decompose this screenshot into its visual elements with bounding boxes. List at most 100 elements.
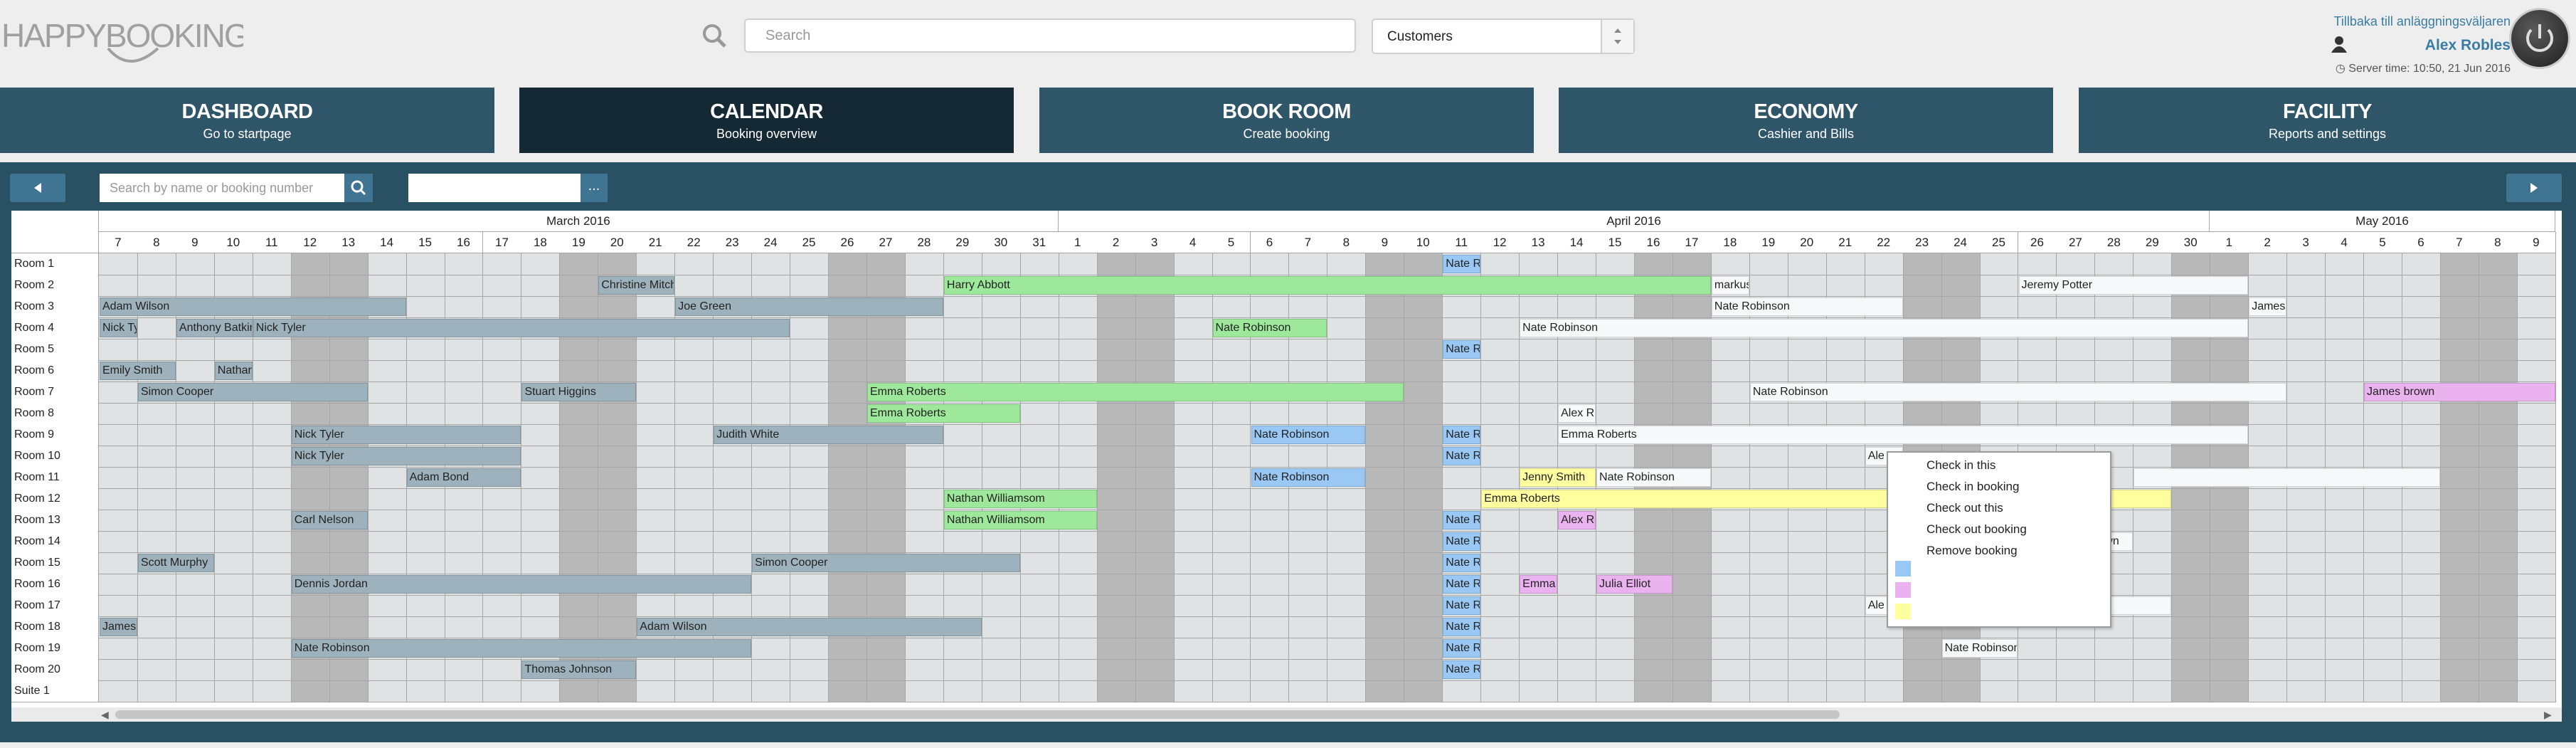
calendar-cell[interactable] [1787, 659, 1827, 681]
calendar-cell[interactable] [1634, 446, 1673, 468]
calendar-cell[interactable] [1404, 616, 1443, 638]
calendar-cell[interactable] [2171, 552, 2211, 574]
calendar-cell[interactable] [406, 381, 445, 404]
calendar-cell[interactable] [828, 467, 867, 489]
calendar-cell[interactable] [175, 488, 215, 510]
calendar-cell[interactable] [1557, 446, 1597, 468]
calendar-cell[interactable] [2018, 339, 2057, 361]
calendar-cell[interactable] [559, 488, 599, 510]
calendar-cell[interactable] [1365, 446, 1405, 468]
day-header[interactable]: 17 [482, 232, 522, 253]
calendar-cell[interactable] [2478, 403, 2518, 425]
calendar-cell[interactable] [1250, 488, 1290, 510]
calendar-cell[interactable] [1519, 339, 1559, 361]
calendar-cell[interactable] [252, 574, 292, 596]
day-header[interactable]: 8 [2478, 232, 2518, 253]
booking-bar[interactable] [2134, 468, 2440, 487]
calendar-cell[interactable] [1634, 381, 1673, 404]
calendar-cell[interactable] [1634, 680, 1673, 702]
calendar-cell[interactable] [559, 403, 599, 425]
calendar-cell[interactable] [99, 638, 138, 660]
calendar-cell[interactable] [1327, 531, 1367, 553]
calendar-cell[interactable] [2056, 253, 2096, 275]
calendar-cell[interactable] [1173, 531, 1213, 553]
room-row-label[interactable]: Room 8 [11, 403, 99, 425]
calendar-cell[interactable] [1787, 275, 1827, 297]
calendar-cell[interactable] [559, 616, 599, 638]
calendar-cell[interactable] [1979, 680, 2019, 702]
calendar-cell[interactable] [1288, 488, 1328, 510]
calendar-cell[interactable] [2210, 339, 2249, 361]
calendar-cell[interactable] [1710, 680, 1750, 702]
calendar-cell[interactable] [866, 638, 906, 660]
calendar-cell[interactable] [1480, 296, 1520, 318]
booking-bar[interactable]: Emma Roberts [867, 404, 1020, 423]
calendar-cell[interactable] [213, 446, 253, 468]
calendar-cell[interactable] [252, 403, 292, 425]
booking-bar[interactable]: Emma [1520, 575, 1558, 594]
calendar-cell[interactable] [2286, 275, 2326, 297]
calendar-cell[interactable] [981, 659, 1021, 681]
nav-economy[interactable]: ECONOMY Cashier and Bills [1559, 88, 2053, 153]
calendar-cell[interactable] [1672, 616, 1712, 638]
calendar-cell[interactable] [1672, 552, 1712, 574]
calendar-cell[interactable] [598, 467, 637, 489]
calendar-cell[interactable] [1212, 446, 1251, 468]
calendar-cell[interactable] [1173, 446, 1213, 468]
calendar-cell[interactable] [2478, 680, 2518, 702]
calendar-cell[interactable] [1404, 317, 1443, 339]
calendar-cell[interactable] [1096, 317, 1136, 339]
day-header[interactable]: 2 [2248, 232, 2288, 253]
booking-bar[interactable]: Jeremy Potter [2018, 276, 2249, 295]
calendar-cell[interactable] [790, 360, 829, 382]
calendar-cell[interactable] [2516, 574, 2556, 596]
calendar-cell[interactable] [1480, 680, 1520, 702]
calendar-cell[interactable] [1710, 446, 1750, 468]
calendar-cell[interactable] [213, 488, 253, 510]
calendar-cell[interactable] [1787, 616, 1827, 638]
calendar-cell[interactable] [1825, 403, 1865, 425]
booking-bar[interactable]: Carl Nelson [291, 511, 368, 530]
calendar-cell[interactable] [1442, 360, 1482, 382]
calendar-cell[interactable] [2516, 659, 2556, 681]
calendar-cell[interactable] [1173, 339, 1213, 361]
calendar-cell[interactable] [790, 253, 829, 275]
calendar-cell[interactable] [1365, 488, 1405, 510]
search-icon[interactable] [701, 23, 727, 52]
calendar-cell[interactable] [252, 680, 292, 702]
calendar-cell[interactable] [1288, 296, 1328, 318]
calendar-cell[interactable] [1404, 296, 1443, 318]
calendar-cell[interactable] [2171, 574, 2211, 596]
calendar-cell[interactable] [2478, 616, 2518, 638]
calendar-cell[interactable] [2286, 488, 2326, 510]
calendar-cell[interactable] [1519, 446, 1559, 468]
calendar-cell[interactable] [1058, 680, 1098, 702]
calendar-cell[interactable] [674, 360, 714, 382]
calendar-cell[interactable] [2439, 638, 2479, 660]
calendar-cell[interactable] [406, 339, 445, 361]
calendar-cell[interactable] [1442, 467, 1482, 489]
calendar-cell[interactable] [636, 360, 676, 382]
calendar-cell[interactable] [2402, 552, 2441, 574]
calendar-cell[interactable] [2325, 574, 2365, 596]
calendar-cell[interactable] [981, 616, 1021, 638]
booking-bar[interactable]: Nate R [1443, 426, 1481, 444]
calendar-cell[interactable] [1596, 616, 1635, 638]
calendar-cell[interactable] [406, 595, 445, 617]
calendar-cell[interactable] [1404, 510, 1443, 532]
calendar-cell[interactable] [2248, 339, 2288, 361]
calendar-cell[interactable] [1672, 595, 1712, 617]
calendar-cell[interactable] [2478, 488, 2518, 510]
calendar-cell[interactable] [1864, 659, 1904, 681]
calendar-cell[interactable] [1096, 360, 1136, 382]
calendar-cell[interactable] [2018, 360, 2057, 382]
calendar-cell[interactable] [1787, 638, 1827, 660]
calendar-cell[interactable] [1749, 360, 1788, 382]
day-header[interactable]: 25 [1979, 232, 2019, 253]
calendar-cell[interactable] [2478, 510, 2518, 532]
calendar-cell[interactable] [1173, 360, 1213, 382]
calendar-cell[interactable] [2325, 275, 2365, 297]
day-header[interactable]: 31 [1019, 232, 1059, 253]
calendar-cell[interactable] [751, 381, 791, 404]
calendar-cell[interactable] [444, 253, 484, 275]
